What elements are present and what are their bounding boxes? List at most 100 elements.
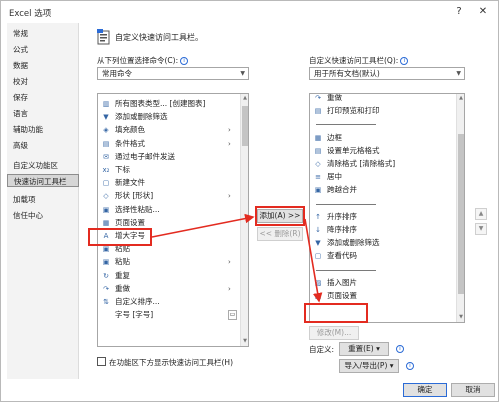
- scroll-up-icon[interactable]: ▲: [457, 94, 464, 103]
- page-setup-icon: ▦: [314, 292, 322, 300]
- toolbar-item-label: 查看代码: [327, 251, 357, 261]
- choose-commands-select[interactable]: 常用命令 ▼: [97, 67, 249, 80]
- toolbar-item-label: 跨越合并: [327, 185, 357, 195]
- list-item[interactable]: ◇ 形状 [形状] ›: [98, 190, 238, 202]
- excel-options-dialog: Excel 选项 ? ✕ 常规 公式 数据 校对 保存 语言 辅助功能 高级 自…: [0, 0, 499, 402]
- modify-button[interactable]: 修改(M)...: [309, 326, 359, 340]
- help-button[interactable]: ?: [449, 3, 469, 21]
- ok-button[interactable]: 确定: [403, 383, 447, 397]
- clear-format-icon: ◇: [315, 160, 321, 168]
- info-icon: i: [400, 57, 409, 65]
- toolbar-item[interactable]: ▨ 插入图片: [310, 277, 454, 289]
- toolbar-item[interactable]: ▤ 设置单元格格式: [310, 145, 454, 157]
- sidebar-item-quick-access-toolbar[interactable]: 快速访问工具栏: [7, 174, 79, 187]
- commands-list[interactable]: ▥ 所有图表类型... [创建图表] ▼ 添加或删除筛选 ◈ 填充颜色 › ▤ 条件格式 › ✉ 通过…: [97, 93, 249, 347]
- close-button[interactable]: ✕: [473, 3, 493, 21]
- toolbar-item-label: 插入图片: [327, 277, 357, 287]
- toolbar-item[interactable]: ≡ 居中: [310, 171, 454, 183]
- toolbar-item[interactable]: ↓ 降序排序: [310, 224, 454, 236]
- list-item[interactable]: ▼ 添加或删除筛选: [98, 111, 238, 123]
- list-item-label: 下标: [115, 165, 130, 174]
- list-item[interactable]: ▦ 页面设置: [98, 217, 238, 229]
- sidebar-item-trust-center[interactable]: 信任中心: [7, 209, 79, 222]
- toolbar-item[interactable]: ▼ 添加或删除筛选: [310, 237, 454, 249]
- customize-toolbar-select[interactable]: 用于所有文档(默认) ▼: [309, 67, 465, 80]
- info-icon: i: [406, 362, 414, 370]
- sidebar-item-customize-ribbon[interactable]: 自定义功能区: [7, 159, 79, 172]
- list-item[interactable]: ◈ 填充颜色 ›: [98, 124, 238, 136]
- import-export-button[interactable]: 导入/导出(P) ▾: [339, 359, 399, 373]
- submenu-arrow-icon: ›: [228, 284, 231, 293]
- sidebar-item-language[interactable]: 语言: [7, 107, 79, 120]
- toolbar-item[interactable]: ↷ 重做: [310, 94, 454, 104]
- separator[interactable]: [316, 269, 376, 271]
- list-item[interactable]: 字号 [字号] ▭: [98, 309, 238, 321]
- remove-button[interactable]: << 删除(R): [257, 227, 303, 241]
- bar-chart-icon: ▥: [102, 100, 110, 108]
- sidebar-item-formulas[interactable]: 公式: [7, 43, 79, 56]
- scroll-thumb[interactable]: [242, 106, 248, 146]
- toolbar-items-list[interactable]: ↷ 重做 ▤ 打印预览和打印 ▦ 边框 ▤ 设置单元格格式 ◇ 清除格式 [清除格式] ≡ 居中 ▣ 跨越…: [309, 93, 465, 323]
- list-item[interactable]: ✉ 通过电子邮件发送: [98, 151, 238, 163]
- window-title: Excel 选项: [9, 9, 52, 19]
- toolbar-item-label: 页面设置: [327, 291, 357, 300]
- merge-icon: ▣: [314, 186, 322, 195]
- choose-commands-value: 常用命令: [102, 69, 132, 78]
- submenu-arrow-icon: ›: [228, 258, 231, 267]
- paste-special-icon: ▣: [102, 205, 110, 214]
- scroll-down-icon[interactable]: ▼: [457, 313, 464, 322]
- toolbar-item[interactable]: ▣ 跨越合并: [310, 184, 454, 196]
- sort-desc-icon: ↓: [315, 226, 321, 234]
- list-item[interactable]: ▤ 条件格式 ›: [98, 138, 238, 150]
- sidebar-item-save[interactable]: 保存: [7, 91, 79, 104]
- list-item[interactable]: ▢ 新建文件: [98, 177, 238, 189]
- center-icon: ≡: [315, 173, 321, 182]
- scroll-down-icon[interactable]: ▼: [241, 337, 248, 346]
- list-item[interactable]: ▣ 选择性粘贴...: [98, 204, 238, 216]
- sort-asc-icon: ↑: [315, 212, 321, 221]
- customize-toolbar-label-text: 自定义快速访问工具栏(Q):: [309, 56, 399, 65]
- list-item-label: 页面设置: [115, 217, 145, 227]
- sidebar-item-data[interactable]: 数据: [7, 59, 79, 72]
- move-down-button[interactable]: ▼: [475, 223, 487, 235]
- toolbar-item[interactable]: ▢ 查看代码: [310, 250, 454, 262]
- show-below-ribbon-checkbox[interactable]: [97, 357, 106, 366]
- list-item-label: 字号 [字号]: [115, 310, 154, 320]
- sidebar-item-advanced[interactable]: 高级: [7, 139, 79, 152]
- list-item[interactable]: x₂ 下标: [98, 164, 238, 176]
- list-item[interactable]: ↻ 重复: [98, 270, 238, 282]
- submenu-arrow-icon: ›: [228, 139, 231, 148]
- cancel-button[interactable]: 取消: [451, 383, 495, 397]
- sidebar-item-addins[interactable]: 加载项: [7, 193, 79, 206]
- separator[interactable]: [316, 124, 376, 126]
- scroll-thumb[interactable]: [458, 134, 464, 294]
- move-up-button[interactable]: ▲: [475, 208, 487, 220]
- filter-icon: ▼: [103, 113, 109, 122]
- font-icon: [102, 311, 110, 319]
- list-item-label: 重做: [115, 283, 130, 293]
- toolbar-item[interactable]: ▦ 边框: [310, 132, 454, 144]
- toolbar-item[interactable]: ▤ 打印预览和打印: [310, 105, 454, 117]
- scroll-up-icon[interactable]: ▲: [241, 94, 248, 103]
- sidebar-item-general[interactable]: 常规: [7, 27, 79, 40]
- list-item[interactable]: ⇅ 自定义排序...: [98, 296, 238, 308]
- toolbar-item[interactable]: ◇ 清除格式 [清除格式]: [310, 158, 454, 170]
- toolbar-list-scrollbar[interactable]: ▲ ▼: [456, 94, 464, 322]
- reset-button[interactable]: 重置(E) ▾: [339, 342, 389, 356]
- list-item[interactable]: ↷ 重做 ›: [98, 283, 238, 295]
- commands-list-scrollbar[interactable]: ▲ ▼: [240, 94, 248, 346]
- toolbar-item[interactable]: ↑ 升序排序: [310, 211, 454, 223]
- sidebar-item-proofing[interactable]: 校对: [7, 75, 79, 88]
- chevron-down-icon: ▼: [240, 70, 245, 77]
- customize-toolbar-value: 用于所有文档(默认): [314, 69, 380, 78]
- chevron-down-icon: ▼: [456, 70, 461, 77]
- list-item[interactable]: ▣ 粘贴 ›: [98, 256, 238, 268]
- toolbar-item-label: 边框: [327, 132, 342, 142]
- redo-icon: ↷: [103, 284, 109, 293]
- list-item[interactable]: ▥ 所有图表类型... [创建图表]: [98, 98, 238, 110]
- customize-toolbar-label: 自定义快速访问工具栏(Q): i: [309, 55, 409, 66]
- sidebar-item-accessibility[interactable]: 辅助功能: [7, 123, 79, 136]
- separator[interactable]: [316, 203, 376, 205]
- toolbar-item[interactable]: ▦ 页面设置: [310, 290, 454, 302]
- toolbar-item-label: 清除格式 [清除格式]: [327, 159, 396, 168]
